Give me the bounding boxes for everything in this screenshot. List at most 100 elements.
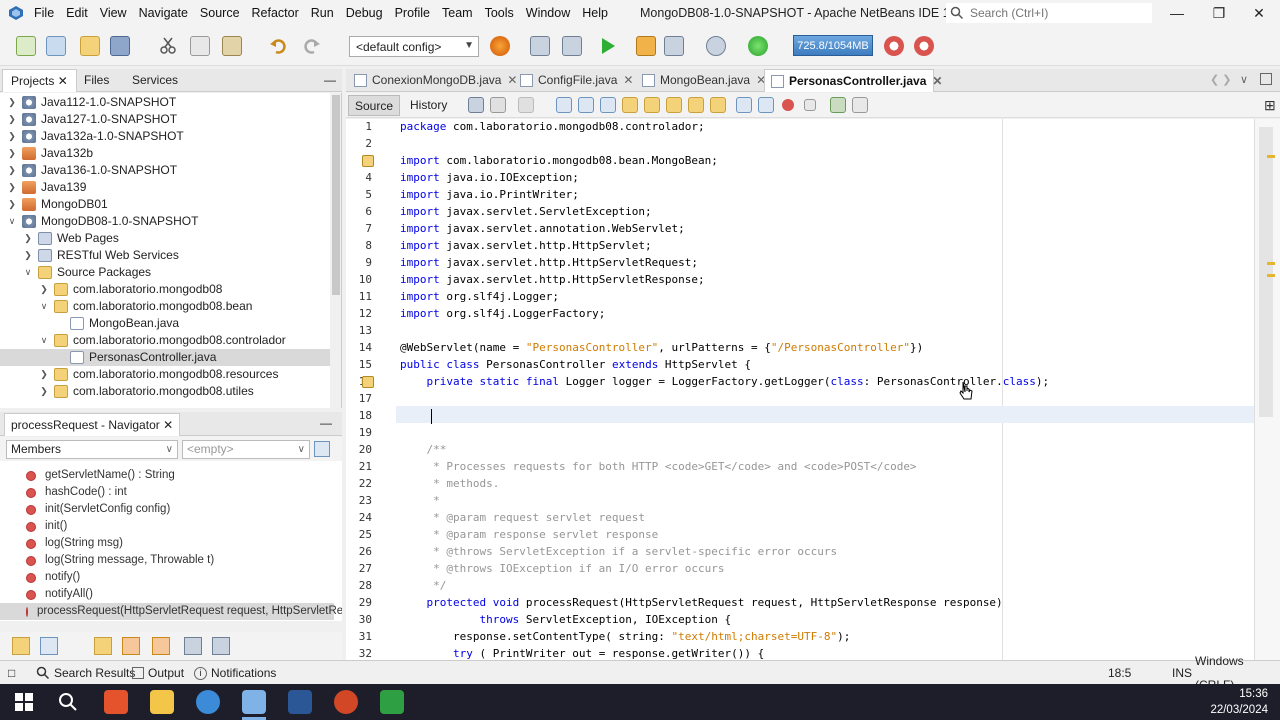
close-icon[interactable]: ✕ (58, 74, 68, 88)
members-select[interactable]: Members ∨ (6, 440, 178, 459)
menu-team[interactable]: Team (438, 0, 481, 26)
tree-item[interactable]: ❯ com.laboratorio.mongodb08.utiles (38, 383, 254, 400)
tree-item[interactable]: ❯ Java136-1.0-SNAPSHOT (6, 162, 177, 179)
menu-source[interactable]: Source (196, 0, 248, 26)
file-explorer-icon[interactable] (150, 690, 174, 714)
hint-bulb-icon[interactable] (362, 155, 374, 167)
close-window-button[interactable]: ✕ (1238, 0, 1280, 26)
history-tab[interactable]: History (404, 95, 453, 116)
powerpoint-icon[interactable] (334, 690, 358, 714)
tree-scrollbar[interactable] (330, 93, 341, 408)
tree-item[interactable]: ∨ MongoDB08-1.0-SNAPSHOT (6, 213, 198, 230)
search-results-button[interactable]: Search Results (36, 661, 135, 685)
tree-item[interactable]: ❯ Java127-1.0-SNAPSHOT (6, 111, 177, 128)
chevron-right-icon[interactable]: ❯ (6, 162, 18, 179)
inherited-icon[interactable] (94, 637, 112, 655)
tree-item[interactable]: ❯ Java112-1.0-SNAPSHOT (6, 94, 176, 111)
tree-item[interactable]: ❯ Java139 (6, 179, 86, 196)
chevron-right-icon[interactable]: ❯ (6, 179, 18, 196)
rectangular-selection-icon[interactable] (644, 97, 660, 113)
config-select[interactable]: <default config> ▼ (349, 36, 479, 57)
search-input[interactable] (970, 6, 1140, 20)
chevron-right-icon[interactable]: ❯ (6, 94, 18, 111)
menu-file[interactable]: File (30, 0, 62, 26)
find-next-icon[interactable] (600, 97, 616, 113)
debug-icon[interactable] (636, 36, 656, 56)
run-icon[interactable] (598, 36, 618, 56)
error-stripe-mark[interactable] (1267, 262, 1275, 265)
tab-projects[interactable]: Projects ✕ (2, 69, 77, 92)
taskbar-search-icon[interactable] (56, 690, 80, 714)
test-icon[interactable] (664, 36, 684, 56)
chevron-right-icon[interactable]: ❯ (38, 366, 50, 383)
copy-icon[interactable] (190, 36, 210, 56)
chevron-right-icon[interactable]: ❯ (6, 145, 18, 162)
tab-conexionmongodb[interactable]: ConexionMongoDB.java ✕ (348, 69, 536, 92)
back-icon[interactable] (490, 97, 506, 113)
new-project-icon[interactable] (46, 36, 66, 56)
tree-item[interactable]: ❯ Java132b (6, 145, 93, 162)
build-icon[interactable] (530, 36, 550, 56)
gc-icon[interactable] (884, 36, 904, 56)
chevron-down-icon[interactable]: ∨ (38, 298, 50, 315)
menu-refactor[interactable]: Refactor (248, 0, 307, 26)
close-icon[interactable]: ✕ (163, 418, 173, 432)
editor-scrollbar[interactable] (1254, 119, 1280, 660)
menu-help[interactable]: Help (578, 0, 616, 26)
chevron-right-icon[interactable]: ❯ (38, 281, 50, 298)
maximize-editor-icon[interactable] (1260, 73, 1272, 85)
menu-edit[interactable]: Edit (62, 0, 96, 26)
output-button[interactable]: Output (132, 661, 184, 685)
tab-services[interactable]: Services (124, 69, 186, 92)
chevron-right-icon[interactable]: ❯ (6, 128, 18, 145)
search-box[interactable] (946, 3, 1152, 23)
cut-icon[interactable] (158, 36, 178, 56)
chevron-right-icon[interactable]: ❯ (6, 196, 18, 213)
start-macro-icon[interactable] (782, 99, 794, 111)
maximize-button[interactable]: ❐ (1198, 0, 1240, 26)
list-item[interactable]: log(String msg) (26, 535, 123, 552)
bookmark-previous-icon[interactable] (666, 97, 682, 113)
notifications-button[interactable]: i Notifications (194, 661, 276, 685)
split-editor-icon[interactable]: ⊞ (1264, 97, 1276, 114)
tree-item[interactable]: ❯ Java132a-1.0-SNAPSHOT (6, 128, 184, 145)
toggle-highlight-icon[interactable] (622, 97, 638, 113)
save-all-icon[interactable] (110, 36, 130, 56)
filter-icon[interactable] (314, 441, 330, 457)
uncomment-icon[interactable] (852, 97, 868, 113)
tab-scroll-left-icon[interactable]: ❮ ❯ (1210, 73, 1232, 86)
tree-item[interactable]: ❯ RESTful Web Services (22, 247, 179, 264)
tree-item[interactable]: ❯ com.laboratorio.mongodb08.resources (38, 366, 278, 383)
list-item[interactable]: getServletName() : String (26, 467, 175, 484)
forward-icon[interactable] (518, 97, 534, 113)
browser-icon[interactable] (490, 36, 510, 56)
word-icon[interactable] (288, 690, 312, 714)
chevron-right-icon[interactable]: ❯ (6, 111, 18, 128)
brave-browser-icon[interactable] (104, 690, 128, 714)
tree-item-selected[interactable]: PersonasController.java (0, 349, 330, 366)
fields-icon[interactable] (40, 637, 58, 655)
windows-start-icon[interactable] (12, 690, 36, 714)
open-project-icon[interactable] (80, 36, 100, 56)
profiler-snapshot-icon[interactable] (914, 36, 934, 56)
menu-navigate[interactable]: Navigate (135, 0, 196, 26)
tree-item[interactable]: ❯ Web Pages (22, 230, 119, 247)
non-public-icon[interactable] (152, 637, 170, 655)
shift-left-icon[interactable] (736, 97, 752, 113)
undo-icon[interactable] (268, 36, 288, 56)
memory-indicator[interactable]: 725.8/1054MB (793, 35, 873, 56)
hint-bulb-icon[interactable] (362, 376, 374, 388)
netbeans-taskbar-icon[interactable] (242, 690, 266, 714)
tab-configfile[interactable]: ConfigFile.java ✕ (514, 69, 644, 92)
minimize-panel-icon[interactable]: — (316, 69, 344, 92)
tab-list-icon[interactable]: ∨ (1240, 73, 1248, 86)
error-stripe-mark[interactable] (1267, 155, 1275, 158)
tab-mongobean[interactable]: MongoBean.java ✕ (636, 69, 766, 92)
find-icon[interactable] (556, 97, 572, 113)
comment-icon[interactable] (830, 97, 846, 113)
error-stripe-mark[interactable] (1267, 274, 1275, 277)
last-edit-icon[interactable] (468, 97, 484, 113)
source-tab[interactable]: Source (348, 95, 401, 116)
chevron-right-icon[interactable]: ❯ (22, 247, 34, 264)
list-item-selected[interactable]: processRequest(HttpServletRequest reques… (0, 603, 342, 620)
